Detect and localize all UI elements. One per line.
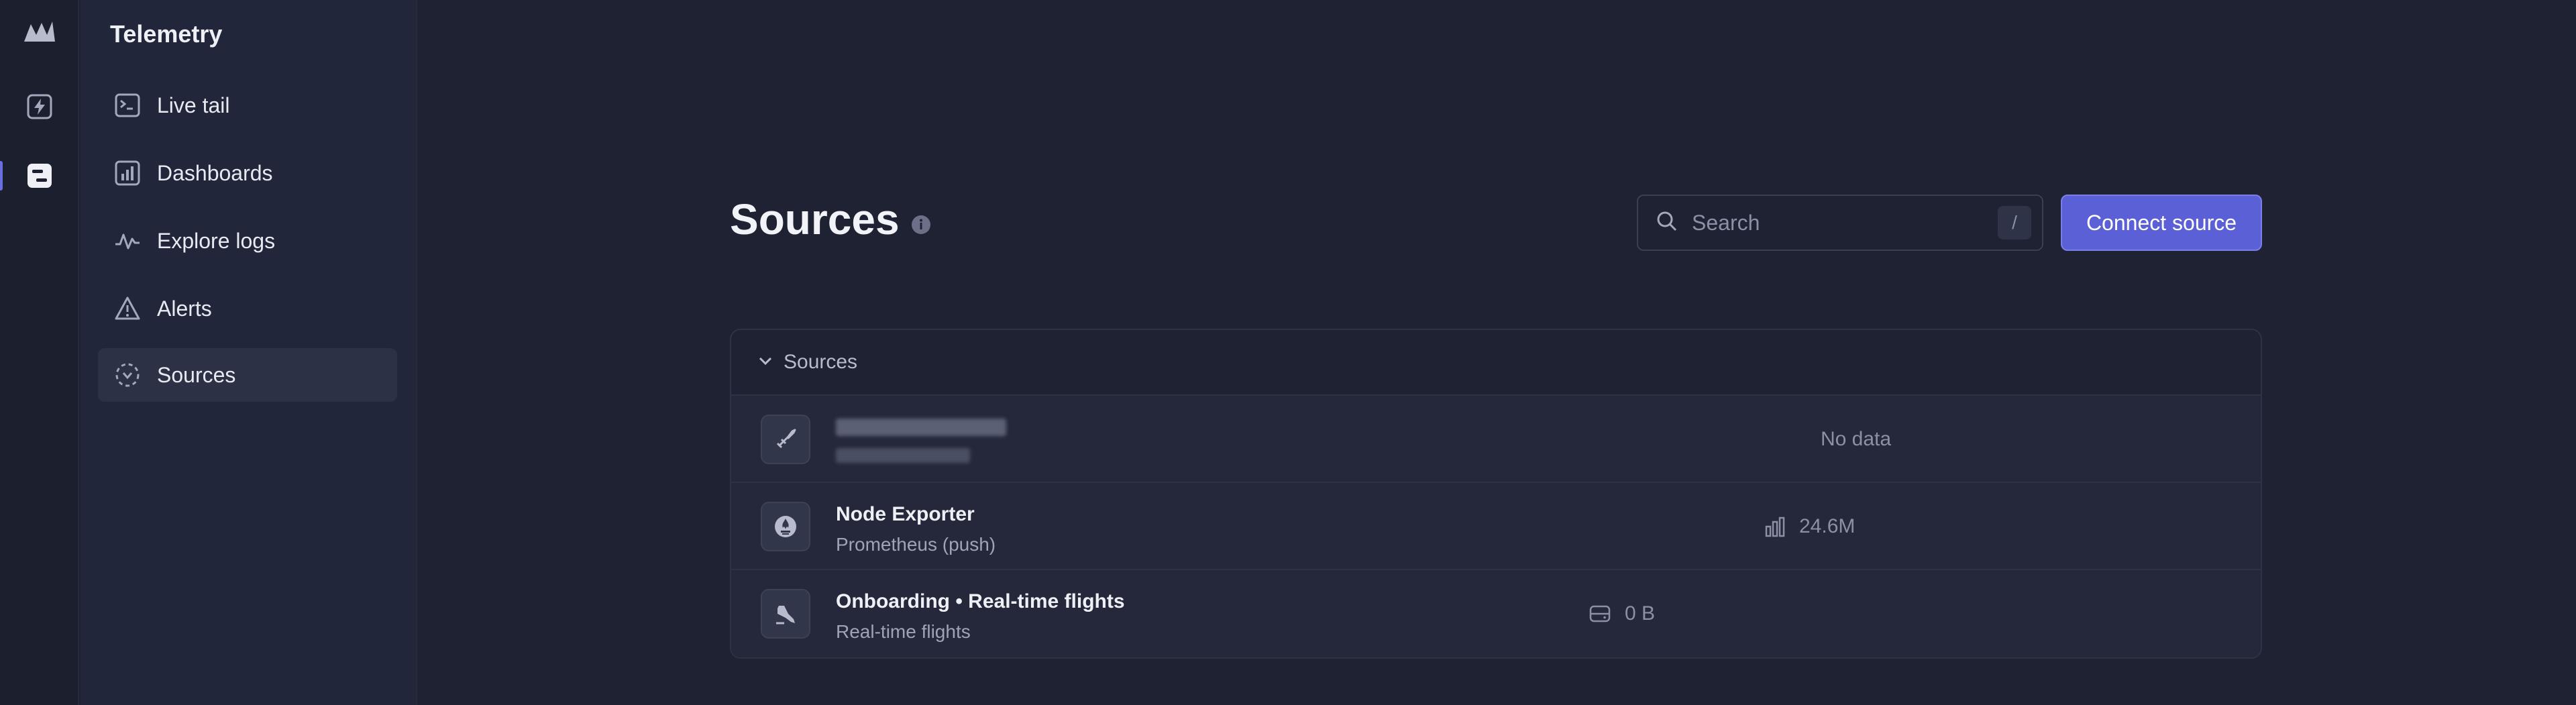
sidebar-item-label: Alerts [157,296,212,321]
sidebar-item-explore-logs[interactable]: Explore logs [98,214,397,268]
sources-group-label: Sources [784,351,858,373]
source-stat: No data [1821,396,1891,483]
sidebar-item-label: Live tail [157,93,230,117]
sources-group-header[interactable]: Sources [731,330,2261,396]
rocket-icon [761,415,810,464]
source-row[interactable]: Onboarding • Real-time flights Real-time… [731,570,2261,657]
rail-active-indicator [0,161,3,191]
connect-source-button[interactable]: Connect source [2061,195,2262,251]
search-shortcut-badge: / [1998,206,2031,239]
main-content: Sources / Connect source [417,0,2576,705]
source-stat-value: No data [1821,428,1892,450]
sidebar-item-dashboards[interactable]: Dashboards [98,146,397,200]
page-title: Sources [730,195,900,243]
source-stat: 24.6M [1764,483,1855,570]
sidebar-item-sources[interactable]: Sources [98,348,397,402]
info-icon[interactable] [911,215,931,238]
search-icon [1656,210,1678,236]
terminal-icon [113,91,142,120]
source-subtitle: Prometheus (push) [836,534,996,555]
app-root: Telemetry Live tail Dashboards Explore l… [0,0,2576,705]
sources-panel: Sources No data Node Exporter Prometheus… [730,329,2262,659]
flight-icon [761,589,810,639]
icon-rail [0,0,79,705]
sidebar-item-alerts[interactable]: Alerts [98,282,397,335]
source-title: Onboarding • Real-time flights [836,590,1125,612]
chevron-down-icon [757,352,774,373]
source-row[interactable]: Node Exporter Prometheus (push) 24.6M [731,483,2261,570]
bolt-icon[interactable] [23,90,56,123]
telemetry-icon[interactable] [23,159,56,193]
bar-chart-icon [1764,516,1786,537]
redacted-source-subtitle [836,448,970,463]
storage-icon [1589,603,1611,625]
search-input[interactable] [1692,210,1998,235]
sidebar: Telemetry Live tail Dashboards Explore l… [80,0,417,705]
warning-icon [113,294,142,323]
source-subtitle: Real-time flights [836,621,971,642]
prometheus-icon [761,502,810,551]
redacted-source-title [836,419,1006,436]
sidebar-title: Telemetry [110,20,223,48]
pulse-icon [113,226,142,256]
sidebar-item-label: Sources [157,362,236,387]
logo-icon[interactable] [23,15,56,48]
sidebar-item-label: Dashboards [157,160,273,185]
source-row[interactable]: No data [731,396,2261,483]
sources-icon [113,360,142,390]
source-stat-value: 24.6M [1799,515,1856,537]
source-stat: 0 B [1589,570,1655,657]
sidebar-item-live-tail[interactable]: Live tail [98,78,397,132]
sidebar-item-label: Explore logs [157,228,276,253]
source-stat-value: 0 B [1625,602,1656,625]
bar-chart-icon [113,158,142,188]
search-box[interactable]: / [1637,195,2043,251]
source-title: Node Exporter [836,503,975,525]
